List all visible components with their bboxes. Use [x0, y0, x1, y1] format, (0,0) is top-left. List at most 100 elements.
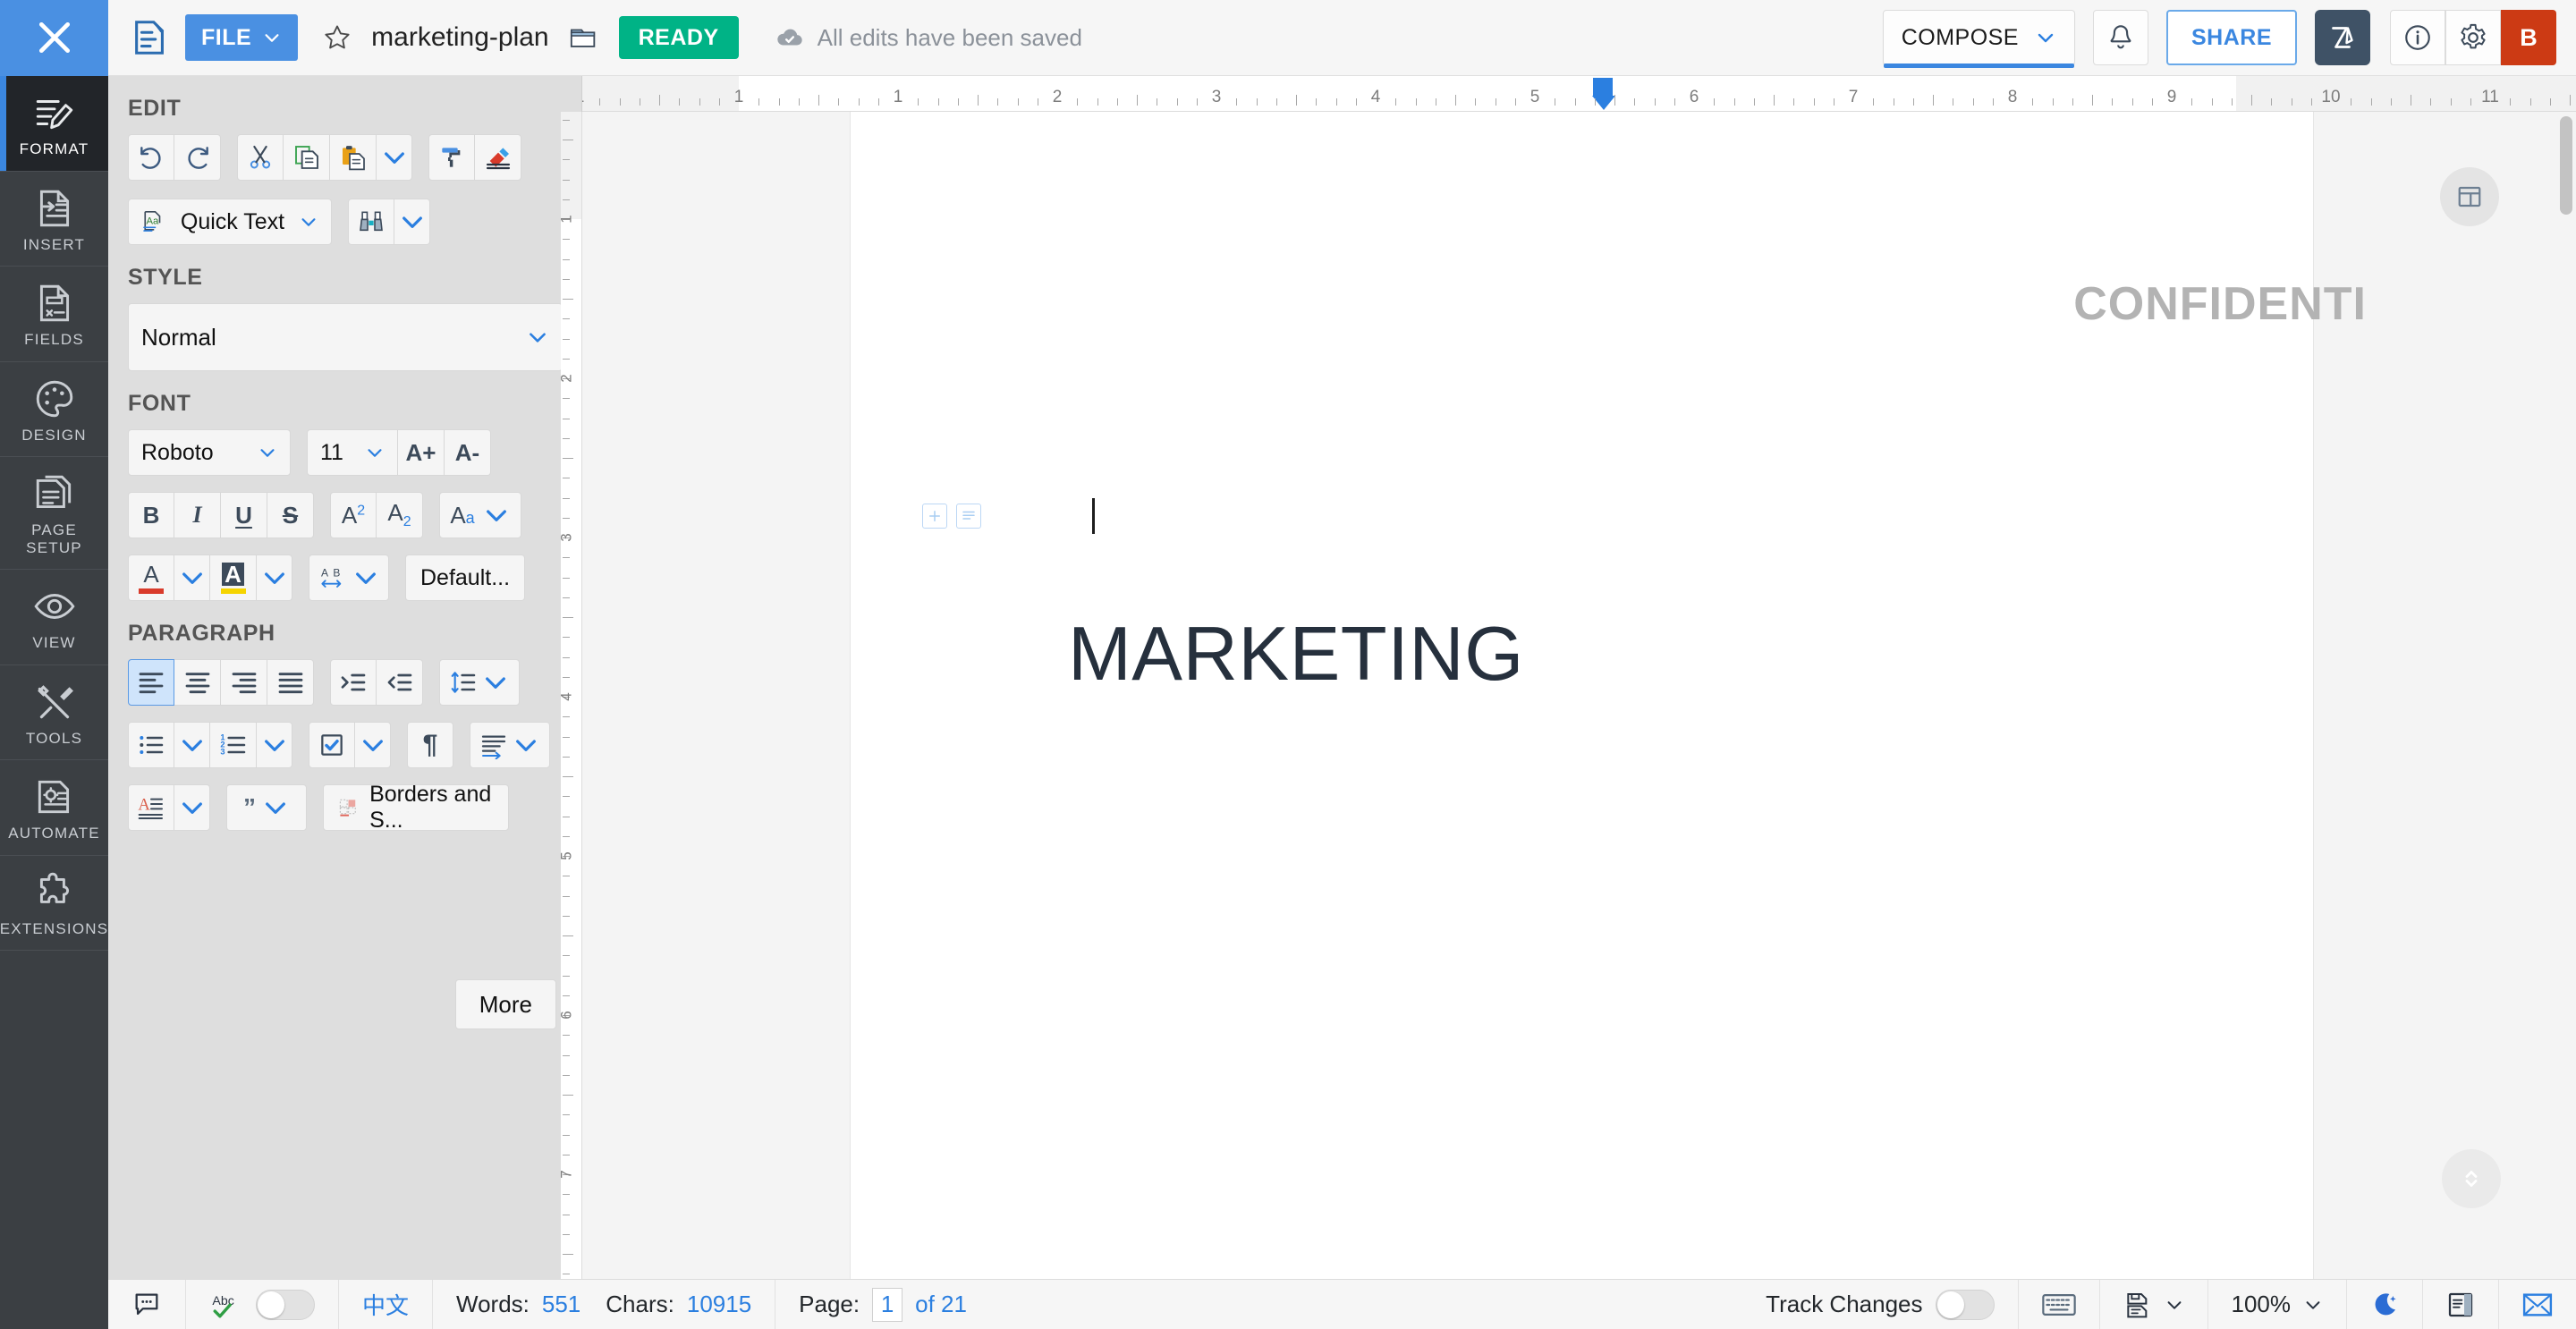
align-right-button[interactable] [221, 659, 267, 706]
rail-item-insert[interactable]: INSERT [0, 172, 108, 267]
format-painter-button[interactable] [428, 134, 475, 181]
find-options-button[interactable] [394, 199, 430, 245]
paragraph-settings-button[interactable] [956, 504, 981, 529]
checklist-button[interactable] [309, 722, 355, 768]
numbered-list-options-button[interactable] [257, 722, 292, 768]
spellcheck-toggle-cell[interactable]: Abc [186, 1279, 339, 1329]
redo-button[interactable] [174, 134, 221, 181]
language-button[interactable]: 中文 [339, 1279, 434, 1329]
rail-item-automate[interactable]: AUTOMATE [0, 760, 108, 856]
document-title[interactable]: marketing-plan [371, 22, 548, 53]
highlight-options-button[interactable] [257, 554, 292, 601]
document-title-text[interactable]: MARKETING [1068, 611, 1524, 698]
strikethrough-button[interactable]: S [267, 492, 314, 538]
highlight-color-button[interactable]: A [210, 554, 257, 601]
document-header-text[interactable]: CONFIDENTI [2073, 277, 2367, 331]
panel-toggle-button[interactable] [2440, 167, 2499, 226]
horizontal-ruler[interactable]: 111234567891011 [582, 76, 2576, 112]
document-page[interactable]: CONFIDENTI MARKETING [851, 112, 2366, 1279]
font-style-group: B I U S [128, 492, 314, 538]
close-button[interactable] [0, 0, 108, 76]
right-sidebar-button[interactable] [2423, 1279, 2499, 1329]
paragraph-style-dropdown[interactable]: Normal [128, 303, 563, 371]
bold-button[interactable]: B [128, 492, 174, 538]
clear-formatting-button[interactable] [475, 134, 521, 181]
email-button[interactable] [2499, 1280, 2576, 1329]
paste-button[interactable] [330, 134, 377, 181]
writer-app-button[interactable] [2315, 10, 2370, 65]
track-changes-toggle[interactable] [1935, 1289, 1995, 1320]
subscript-button[interactable]: A2 [377, 492, 423, 538]
show-formatting-marks-button[interactable]: ¶ [407, 722, 453, 768]
rail-item-tools[interactable]: TOOLS [0, 665, 108, 761]
settings-button[interactable] [2445, 10, 2501, 65]
left-indent-marker[interactable] [1592, 96, 1615, 110]
line-spacing-button[interactable] [439, 659, 520, 706]
folder-icon[interactable] [569, 22, 599, 53]
increase-indent-button[interactable] [330, 659, 377, 706]
document-edit-icon[interactable] [130, 17, 171, 58]
font-family-dropdown[interactable]: Roboto [128, 429, 291, 476]
save-version-cell[interactable] [2100, 1279, 2208, 1329]
text-direction-button[interactable] [470, 722, 550, 768]
rail-item-view[interactable]: VIEW [0, 570, 108, 665]
first-line-indent-marker[interactable] [1593, 78, 1613, 96]
bullet-list-button[interactable] [128, 722, 174, 768]
favorite-star-icon[interactable] [323, 23, 352, 52]
ruler-tick [1634, 98, 1636, 106]
bullet-list-options-button[interactable] [174, 722, 210, 768]
add-block-button[interactable] [922, 504, 947, 529]
superscript-button[interactable]: A2 [330, 492, 377, 538]
keyboard-shortcuts-button[interactable] [2019, 1279, 2100, 1329]
numbered-list-button[interactable]: 1 2 3 [210, 722, 257, 768]
change-case-button[interactable]: Aa [439, 492, 521, 538]
underline-button[interactable]: U [221, 492, 267, 538]
comments-button[interactable] [108, 1279, 186, 1329]
undo-button[interactable] [128, 134, 174, 181]
default-font-button[interactable]: Default... [405, 554, 526, 601]
text-color-options-button[interactable] [174, 554, 210, 601]
navigate-button[interactable] [2442, 1149, 2501, 1208]
vertical-ruler[interactable]: 1 2 3 4 5 6 7 [561, 112, 582, 1279]
cut-button[interactable] [237, 134, 284, 181]
more-button[interactable]: More [454, 979, 556, 1029]
avatar[interactable]: B [2501, 10, 2556, 65]
copy-button[interactable] [284, 134, 330, 181]
file-menu-button[interactable]: FILE [185, 14, 299, 61]
page-number-input[interactable]: 1 [872, 1287, 903, 1322]
rail-item-fields[interactable]: FIELDS [0, 267, 108, 362]
quick-text-dropdown[interactable]: Aa Quick Text [128, 199, 332, 245]
dark-mode-button[interactable] [2347, 1279, 2423, 1329]
align-center-button[interactable] [174, 659, 221, 706]
font-size-dropdown[interactable]: 11 [307, 429, 398, 476]
increase-font-size-button[interactable]: A+ [398, 429, 445, 476]
rail-item-extensions[interactable]: EXTENSIONS [0, 856, 108, 952]
find-button[interactable] [348, 199, 394, 245]
drop-cap-options-button[interactable] [174, 784, 210, 831]
decrease-font-size-button[interactable]: A- [445, 429, 491, 476]
italic-button[interactable]: I [174, 492, 221, 538]
align-justify-button[interactable] [267, 659, 314, 706]
drop-cap-button[interactable]: A [128, 784, 174, 831]
rail-item-format[interactable]: FORMAT [0, 76, 108, 172]
text-color-button[interactable]: A [128, 554, 174, 601]
paste-options-button[interactable] [377, 134, 412, 181]
rail-item-design[interactable]: DESIGN [0, 362, 108, 458]
rail-item-page-setup[interactable]: PAGE SETUP [0, 457, 108, 571]
borders-shading-button[interactable]: Borders and S... [323, 782, 509, 833]
document-canvas[interactable]: CONFIDENTI MARKETING [582, 112, 2576, 1279]
vertical-scrollbar-thumb[interactable] [2560, 116, 2572, 215]
status-badge[interactable]: READY [618, 16, 739, 59]
compose-button[interactable]: COMPOSE [1882, 10, 2075, 68]
share-button[interactable]: SHARE [2165, 10, 2297, 65]
align-left-button[interactable] [128, 659, 174, 706]
notifications-button[interactable] [2092, 10, 2148, 65]
info-button[interactable] [2390, 10, 2445, 65]
zoom-control[interactable]: 100% [2208, 1279, 2347, 1329]
spellcheck-toggle[interactable] [256, 1289, 315, 1320]
blockquote-button[interactable]: ” [226, 784, 307, 831]
track-changes-cell[interactable]: Track Changes [1742, 1279, 2019, 1329]
decrease-indent-button[interactable] [377, 659, 423, 706]
character-spacing-button[interactable]: A B [309, 554, 389, 601]
checklist-options-button[interactable] [355, 722, 391, 768]
